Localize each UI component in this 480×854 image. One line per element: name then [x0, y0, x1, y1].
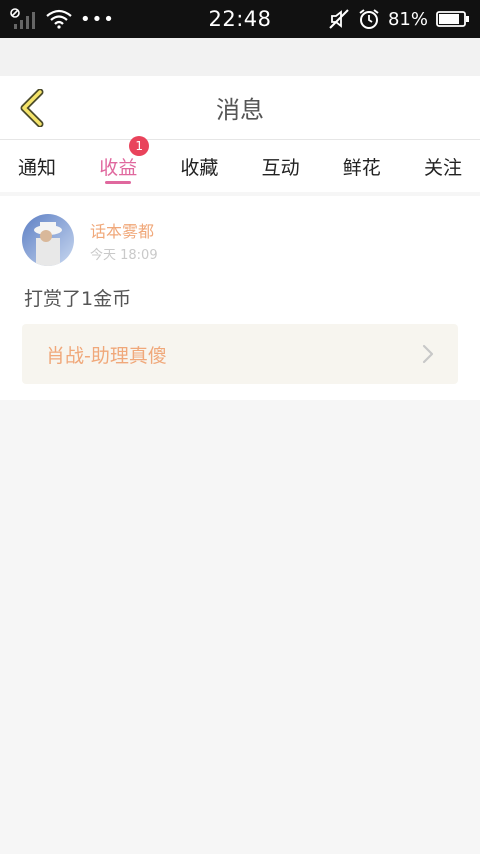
- message-text: 打赏了1金币: [24, 288, 132, 310]
- tab-earnings[interactable]: 收益 1: [99, 136, 150, 192]
- avatar[interactable]: [22, 214, 74, 266]
- tab-bar: 通知 收益 1 收藏 互动 鲜花 关注: [0, 136, 480, 192]
- tab-follows[interactable]: 关注: [424, 140, 462, 192]
- work-link-card[interactable]: 肖战-助理真傻: [22, 324, 458, 384]
- tab-notifications[interactable]: 通知: [18, 140, 56, 192]
- tab-label: 互动: [261, 156, 300, 179]
- chevron-right-icon: [422, 344, 434, 364]
- work-title: 肖战-助理真傻: [46, 344, 167, 367]
- tab-favorites[interactable]: 收藏: [180, 140, 218, 192]
- mute-icon: [329, 9, 349, 29]
- tab-label: 收益: [99, 156, 138, 179]
- signal-icon: [10, 8, 35, 29]
- unread-badge: 1: [129, 136, 150, 156]
- page-title: 消息: [216, 96, 264, 124]
- tab-interactions[interactable]: 互动: [262, 140, 300, 192]
- status-bar: ••• 22:48 81%: [0, 0, 480, 38]
- clock: 22:48: [208, 7, 272, 31]
- message-time: 今天 18:09: [90, 248, 158, 263]
- more-icon: •••: [80, 8, 115, 30]
- header-spacer: [0, 38, 480, 76]
- tab-label: 关注: [423, 156, 462, 179]
- battery-percent: 81%: [387, 8, 428, 30]
- tab-label: 收藏: [180, 156, 219, 179]
- tab-label: 鲜花: [342, 156, 381, 179]
- back-chevron-icon: [20, 89, 44, 127]
- wifi-icon: [46, 9, 72, 29]
- back-button[interactable]: [12, 88, 52, 128]
- tab-flowers[interactable]: 鲜花: [343, 140, 381, 192]
- sender-name[interactable]: 话本雾都: [90, 218, 154, 242]
- alarm-icon: [359, 9, 379, 29]
- tab-label: 通知: [18, 156, 57, 179]
- message-card: 话本雾都 今天 18:09 打赏了1金币 肖战-助理真傻: [0, 196, 480, 400]
- battery-icon: [436, 11, 469, 27]
- page-header: 消息: [0, 76, 480, 140]
